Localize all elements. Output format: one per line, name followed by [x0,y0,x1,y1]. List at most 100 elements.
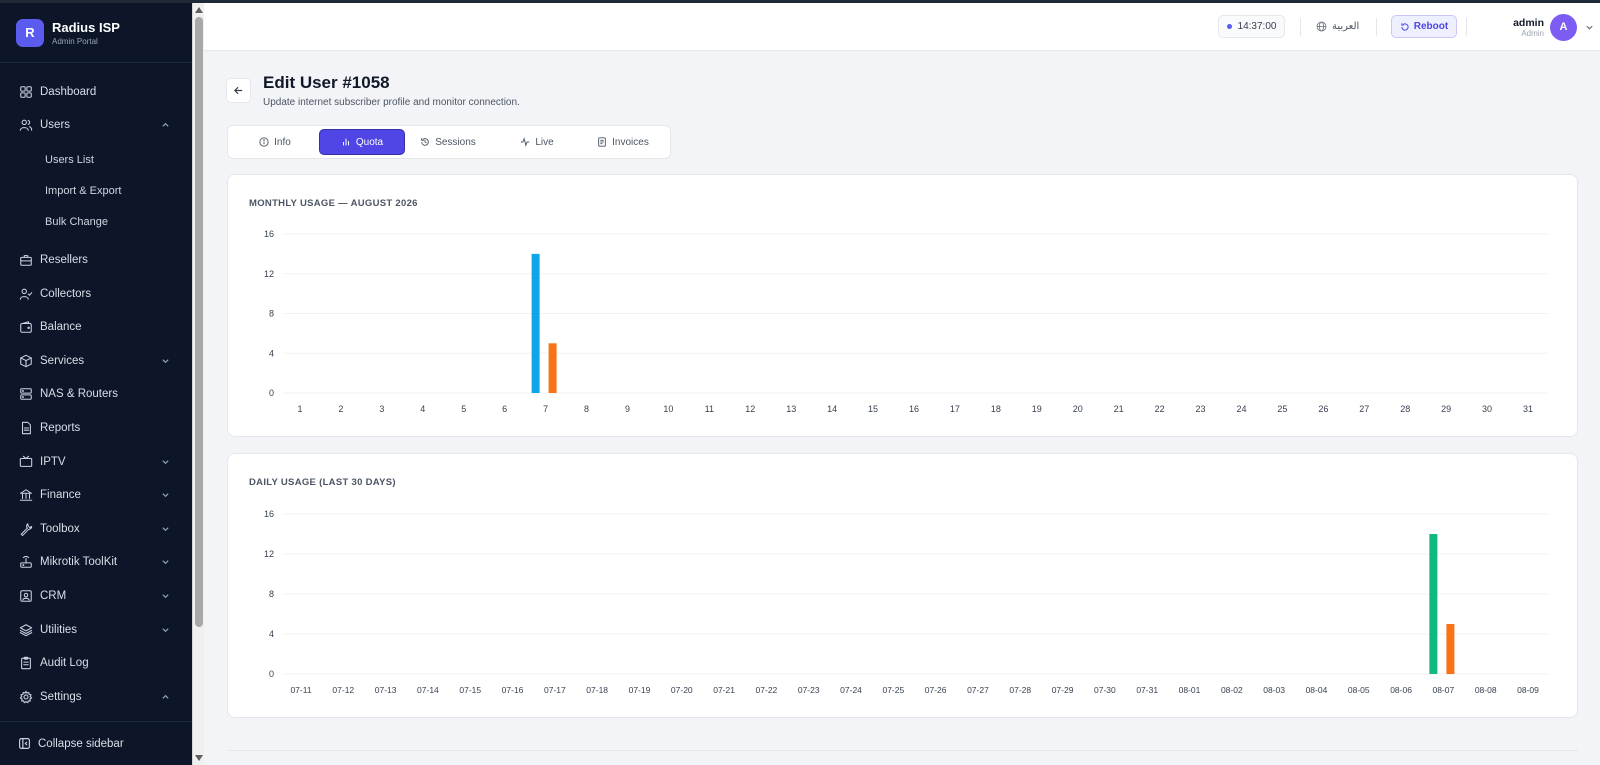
reboot-icon [1401,22,1409,31]
users-icon [19,118,33,132]
arrow-left-icon [233,86,243,95]
sidebar-item-reports[interactable]: Reports [0,411,192,445]
sidebar-item-label: Toolbox [40,522,80,535]
x-tick-label: 10 [663,404,673,414]
chevron-up-icon [162,694,169,699]
user-name: admin [1513,16,1544,29]
sidebar-item-label: Mikrotik ToolKit [40,556,118,569]
monthly-usage-card: MONTHLY USAGE — AUGUST 2026 0 4 8 12 16 1 2 3 4 5… [227,174,1578,437]
sidebar-item-utilities[interactable]: Utilities [0,613,192,647]
sidebar-item-collectors[interactable]: Collectors [0,277,192,311]
brand-subtitle: Admin Portal [52,36,98,46]
tab-label: Invoices [612,136,649,148]
header-divider [1466,18,1467,36]
tab-live[interactable]: Live [494,129,580,155]
collapse-sidebar-button[interactable]: Collapse sidebar [0,721,192,765]
sidebar-item-nas-routers[interactable]: NAS & Routers [0,378,192,412]
contact-icon [19,589,33,603]
brand[interactable]: R Radius ISP Admin Portal [0,3,192,63]
globe-icon [1316,21,1327,32]
briefcase-icon [19,253,33,267]
x-tick-label: 16 [909,404,919,414]
chevron-down-icon [162,493,169,498]
page-title: Edit User #1058 [263,73,390,92]
x-tick-label: 07-31 [1136,685,1158,695]
y-tick-label: 8 [269,589,274,599]
sidebar-item-users[interactable]: Users [0,109,192,143]
sidebar-item-balance[interactable]: Balance [0,310,192,344]
x-tick-label: 4 [420,404,425,414]
package-icon [19,354,33,368]
sidebar-item-label: Dashboard [40,85,97,98]
file-icon [19,421,33,435]
sidebar-item-settings[interactable]: Settings [0,680,192,714]
sidebar-item-mikrotik-toolkit[interactable]: Mikrotik ToolKit [0,546,192,580]
chevron-down-icon [162,359,169,363]
reboot-label: Reboot [1413,21,1449,32]
x-tick-label: 07-26 [925,685,947,695]
bar-chart-icon [342,138,349,146]
scroll-thumb[interactable] [195,17,203,627]
history-icon [421,138,429,146]
sidebar-subitem-users-list[interactable]: Users List [0,144,192,175]
x-tick-label: 07-23 [798,685,820,695]
sidebar-item-label: Services [40,354,85,367]
tab-sessions[interactable]: Sessions [405,129,491,155]
tab-label: Info [274,136,291,148]
user-role: Admin [1521,28,1544,38]
scroll-down-arrow[interactable] [195,755,203,761]
chart-bar[interactable] [548,343,557,393]
sidebar-subitem-import-export[interactable]: Import & Export [0,175,192,206]
wrench-icon [19,522,33,536]
x-tick-label: 26 [1318,404,1328,414]
layers-icon [19,623,33,637]
x-tick-label: 24 [1236,404,1246,414]
x-tick-label: 07-15 [459,685,481,695]
page-subtitle: Update internet subscriber profile and m… [263,97,520,108]
sidebar-item-dashboard[interactable]: Dashboard [0,75,192,109]
x-tick-label: 07-27 [967,685,989,695]
chart-bar[interactable] [1446,624,1455,674]
sidebar-nav: Dashboard Users Users List Import & Export B… [0,63,192,714]
user-menu[interactable]: admin Admin A [1474,13,1594,41]
sidebar-subitem-bulk-change[interactable]: Bulk Change [0,206,192,237]
sidebar-scrollbar[interactable] [192,3,204,765]
sidebar-item-label: Users [40,119,71,132]
scroll-up-arrow[interactable] [195,7,203,13]
x-tick-label: 07-17 [544,685,566,695]
sidebar-item-services[interactable]: Services [0,344,192,378]
x-tick-label: 07-11 [290,685,311,695]
tab-quota[interactable]: Quota [319,129,405,155]
x-tick-label: 07-20 [671,685,693,695]
sidebar-item-crm[interactable]: CRM [0,579,192,613]
sidebar-item-label: Resellers [40,253,88,266]
x-tick-label: 13 [786,404,796,414]
chevron-down-icon [162,627,169,632]
x-tick-label: 08-05 [1348,685,1370,695]
chart-bar[interactable] [1429,534,1438,674]
dashboard-icon [19,85,33,99]
sidebar-item-toolbox[interactable]: Toolbox [0,512,192,546]
sidebar-item-finance[interactable]: Finance [0,478,192,512]
sidebar-item-audit-log[interactable]: Audit Log [0,646,192,680]
chart-bar[interactable] [531,253,540,393]
back-button[interactable] [226,78,251,103]
info-icon [259,137,269,147]
tab-info[interactable]: Info [232,129,318,155]
monthly-usage-chart: 04812161 2 3 4 5 6 7 8 9 10 11 12 13 14 15 16 17 18 19 20 21… [264,229,1548,414]
y-tick-label: 0 [269,388,274,398]
sidebar-item-resellers[interactable]: Resellers [0,243,192,277]
y-tick-label: 0 [269,669,274,679]
sidebar-item-label: CRM [40,589,67,602]
tab-invoices[interactable]: Invoices [580,129,666,155]
x-tick-label: 22 [1155,404,1165,414]
avatar: A [1550,13,1577,41]
x-tick-label: 30 [1482,404,1492,414]
y-tick-label: 8 [269,309,274,319]
language-switch[interactable]: العربية [1316,15,1359,38]
x-tick-label: 08-01 [1179,685,1201,695]
x-tick-label: 07-28 [1009,685,1031,695]
sidebar-item-iptv[interactable]: IPTV [0,445,192,479]
sidebar-item-label: Collectors [40,287,92,300]
reboot-button[interactable]: Reboot [1391,15,1457,38]
